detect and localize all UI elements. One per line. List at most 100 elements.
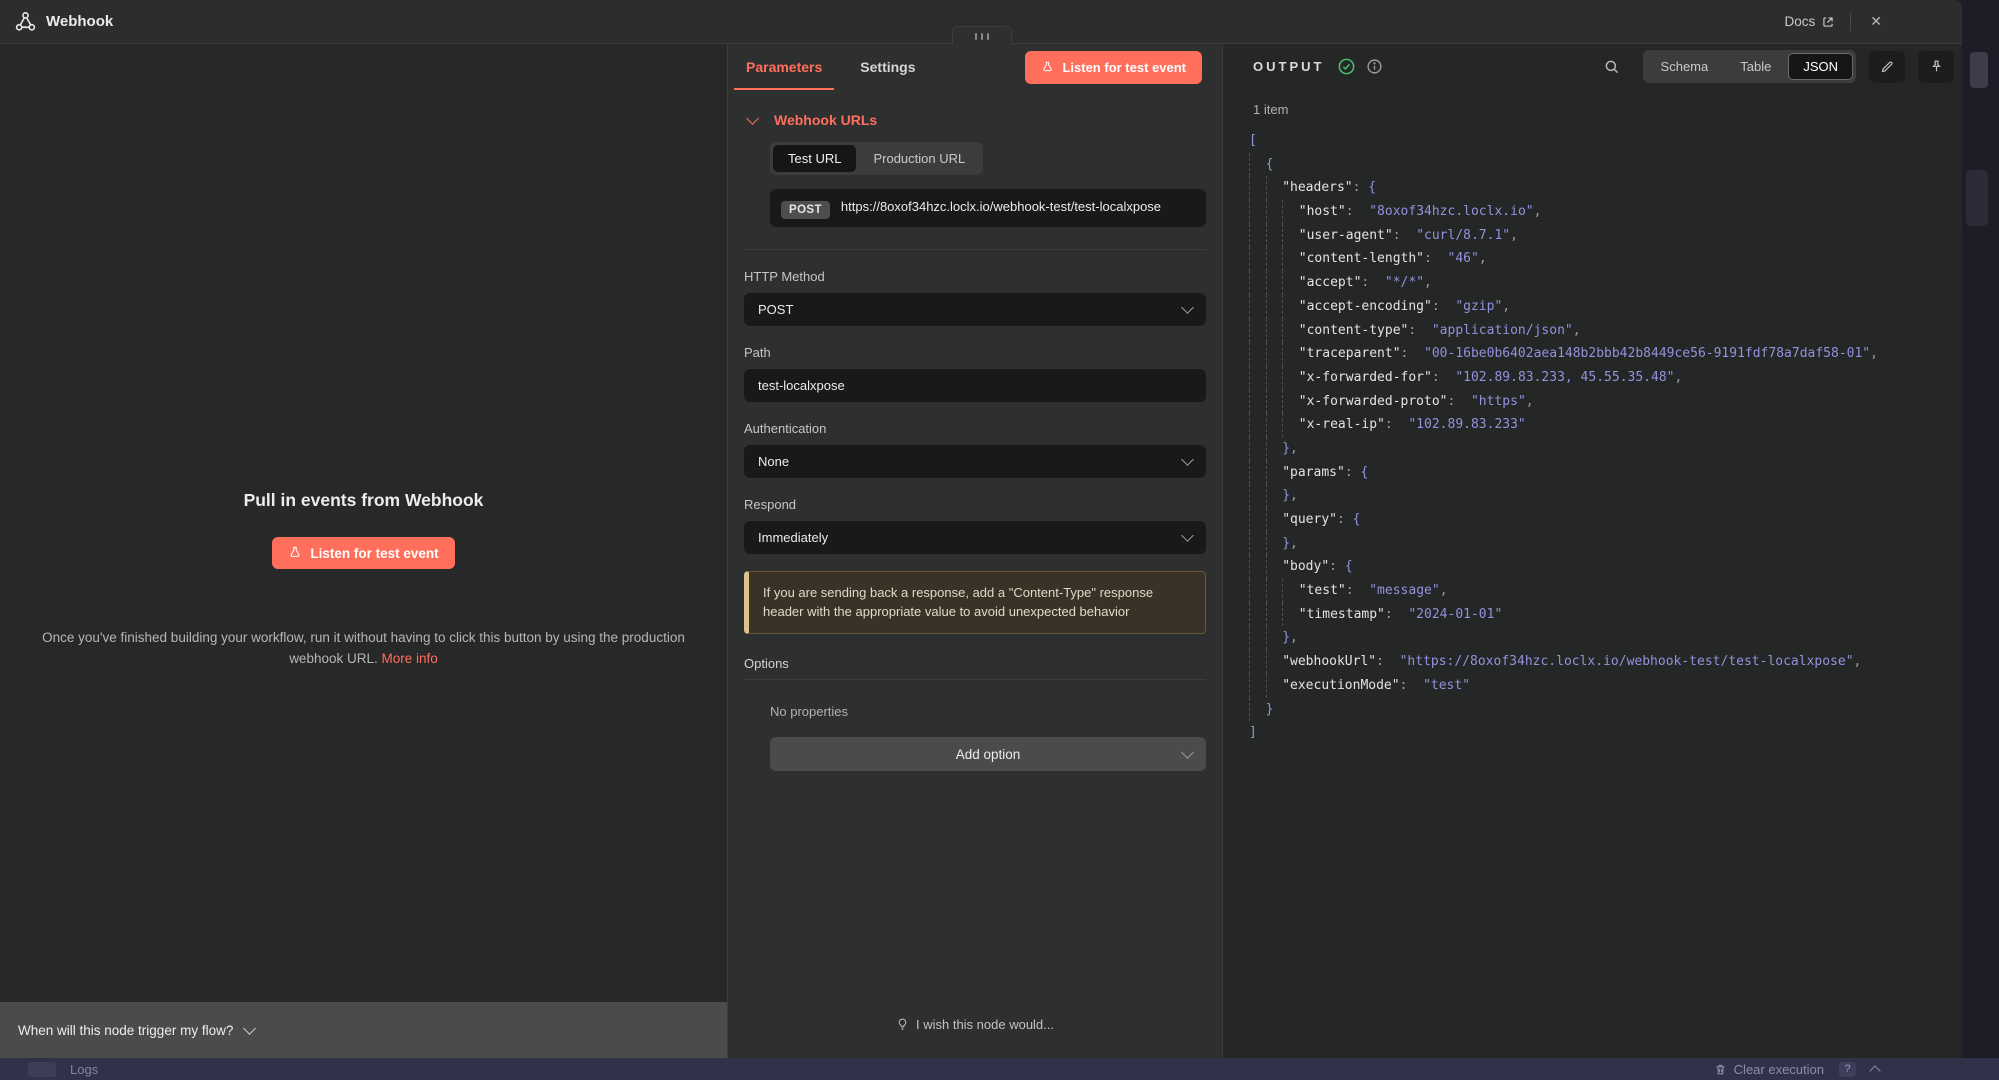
json-line: "headers": { (1249, 176, 1952, 200)
trigger-question-label: When will this node trigger my flow? (18, 1023, 233, 1038)
json-viewer: [{"headers": {"host": "8oxof34hzc.loclx.… (1249, 129, 1952, 745)
json-line: "host": "8oxof34hzc.loclx.io", (1249, 200, 1952, 224)
tab-settings-label: Settings (860, 59, 915, 75)
http-method-badge: POST (781, 201, 830, 219)
output-toolbar: Schema Table JSON (1603, 50, 1954, 83)
n8n-node-detail-view: Webhook Docs ✕ Pull in eve (0, 0, 1999, 1080)
webhook-url-display[interactable]: POST https://8oxof34hzc.loclx.io/webhook… (770, 189, 1206, 227)
lightbulb-icon (896, 1017, 909, 1032)
output-panel: OUTPUT (1222, 43, 1962, 1058)
more-info-link[interactable]: More info (382, 651, 438, 666)
listen-test-event-button[interactable]: Listen for test event (1025, 51, 1202, 84)
json-line: "executionMode": "test" (1249, 674, 1952, 698)
wish-label: I wish this node would... (916, 1017, 1054, 1032)
respond-value: Immediately (758, 530, 828, 545)
path-value: test-localxpose (758, 378, 845, 393)
chevron-down-icon (243, 1022, 256, 1035)
logs-node-chip (28, 1062, 56, 1077)
authentication-label: Authentication (744, 421, 1206, 436)
chevron-down-icon (1181, 301, 1194, 314)
json-line: "accept": "*/*", (1249, 271, 1952, 295)
content-type-notice: If you are sending back a response, add … (744, 571, 1206, 634)
field-authentication: Authentication None (744, 421, 1206, 478)
http-method-select[interactable]: POST (744, 293, 1206, 326)
path-label: Path (744, 345, 1206, 360)
json-line: }, (1249, 437, 1952, 461)
chevron-down-icon (1181, 529, 1194, 542)
json-line: "webhookUrl": "https://8oxof34hzc.loclx.… (1249, 650, 1952, 674)
webhook-url-text: https://8oxof34hzc.loclx.io/webhook-test… (841, 197, 1161, 216)
canvas-panel-glimpse (1966, 170, 1988, 226)
feature-request-link[interactable]: I wish this node would... (728, 1017, 1222, 1032)
field-respond: Respond Immediately (744, 497, 1206, 554)
json-line: { (1249, 153, 1952, 177)
chevron-up-icon[interactable] (1869, 1065, 1880, 1076)
tab-parameters-label: Parameters (746, 59, 822, 75)
webhook-urls-title: Webhook URLs (774, 112, 877, 128)
view-table[interactable]: Table (1725, 53, 1786, 80)
header-actions: Docs ✕ (1785, 11, 1887, 32)
panel-drag-handle[interactable] (952, 26, 1012, 45)
edit-output-button[interactable] (1869, 51, 1905, 83)
json-line: ] (1249, 721, 1952, 745)
respond-select[interactable]: Immediately (744, 521, 1206, 554)
view-json[interactable]: JSON (1788, 53, 1853, 80)
tab-parameters[interactable]: Parameters (746, 43, 822, 90)
info-icon (1366, 58, 1383, 75)
json-line: "accept-encoding": "gzip", (1249, 295, 1952, 319)
pin-data-button[interactable] (1918, 51, 1954, 83)
field-path: Path test-localxpose (744, 345, 1206, 402)
help-text-body: Once you've finished building your workf… (42, 630, 685, 666)
trigger-hint-block: Pull in events from Webhook Listen for t… (0, 490, 727, 669)
json-line: } (1249, 698, 1952, 722)
authentication-select[interactable]: None (744, 445, 1206, 478)
clear-execution-label: Clear execution (1734, 1062, 1824, 1077)
json-line: }, (1249, 626, 1952, 650)
respond-label: Respond (744, 497, 1206, 512)
url-type-toggle: Test URL Production URL (770, 142, 983, 175)
chevron-down-icon (1181, 746, 1194, 759)
json-line: "content-type": "application/json", (1249, 319, 1952, 343)
json-line: "x-real-ip": "102.89.83.233" (1249, 413, 1952, 437)
listen-test-event-label: Listen for test event (1062, 60, 1186, 75)
pencil-icon (1880, 59, 1895, 74)
webhook-urls-section-header[interactable]: Webhook URLs (748, 112, 1206, 128)
help-button[interactable]: ? (1839, 1062, 1856, 1077)
http-method-label: HTTP Method (744, 269, 1206, 284)
logs-bar-actions: Clear execution ? (1714, 1062, 1999, 1077)
test-url-tab[interactable]: Test URL (773, 145, 856, 172)
items-count: 1 item (1253, 102, 1288, 117)
node-title: Webhook (46, 13, 113, 30)
json-line: "timestamp": "2024-01-01" (1249, 603, 1952, 627)
tab-settings[interactable]: Settings (860, 43, 915, 90)
view-schema[interactable]: Schema (1646, 53, 1724, 80)
json-line: }, (1249, 532, 1952, 556)
json-line: "query": { (1249, 508, 1952, 532)
json-line: "params": { (1249, 461, 1952, 485)
trigger-accordion[interactable]: When will this node trigger my flow? (0, 1002, 727, 1058)
path-input[interactable]: test-localxpose (744, 369, 1206, 402)
json-line: "content-length": "46", (1249, 247, 1952, 271)
logs-label: Logs (70, 1062, 98, 1077)
clear-execution-button[interactable]: Clear execution (1714, 1062, 1824, 1077)
json-line: "user-agent": "curl/8.7.1", (1249, 224, 1952, 248)
listen-test-event-button-canvas[interactable]: Listen for test event (272, 537, 454, 569)
authentication-value: None (758, 454, 789, 469)
json-line: }, (1249, 484, 1952, 508)
production-url-tab[interactable]: Production URL (858, 145, 980, 172)
search-icon[interactable] (1603, 58, 1621, 76)
logs-bar: Logs Clear execution ? (0, 1058, 1999, 1080)
options-section-title: Options (744, 656, 1206, 671)
json-line: "test": "message", (1249, 579, 1952, 603)
external-link-icon (1821, 15, 1835, 29)
close-icon[interactable]: ✕ (1866, 11, 1886, 32)
output-header: OUTPUT (1223, 43, 1962, 90)
json-line: [ (1249, 129, 1952, 153)
docs-link[interactable]: Docs (1785, 14, 1836, 29)
add-option-button[interactable]: Add option (770, 737, 1206, 771)
http-method-value: POST (758, 302, 793, 317)
chevron-down-icon (1181, 453, 1194, 466)
json-line: "traceparent": "00-16be0b6402aea148b2bbb… (1249, 342, 1952, 366)
pull-events-heading: Pull in events from Webhook (244, 490, 484, 511)
section-divider (744, 249, 1206, 250)
